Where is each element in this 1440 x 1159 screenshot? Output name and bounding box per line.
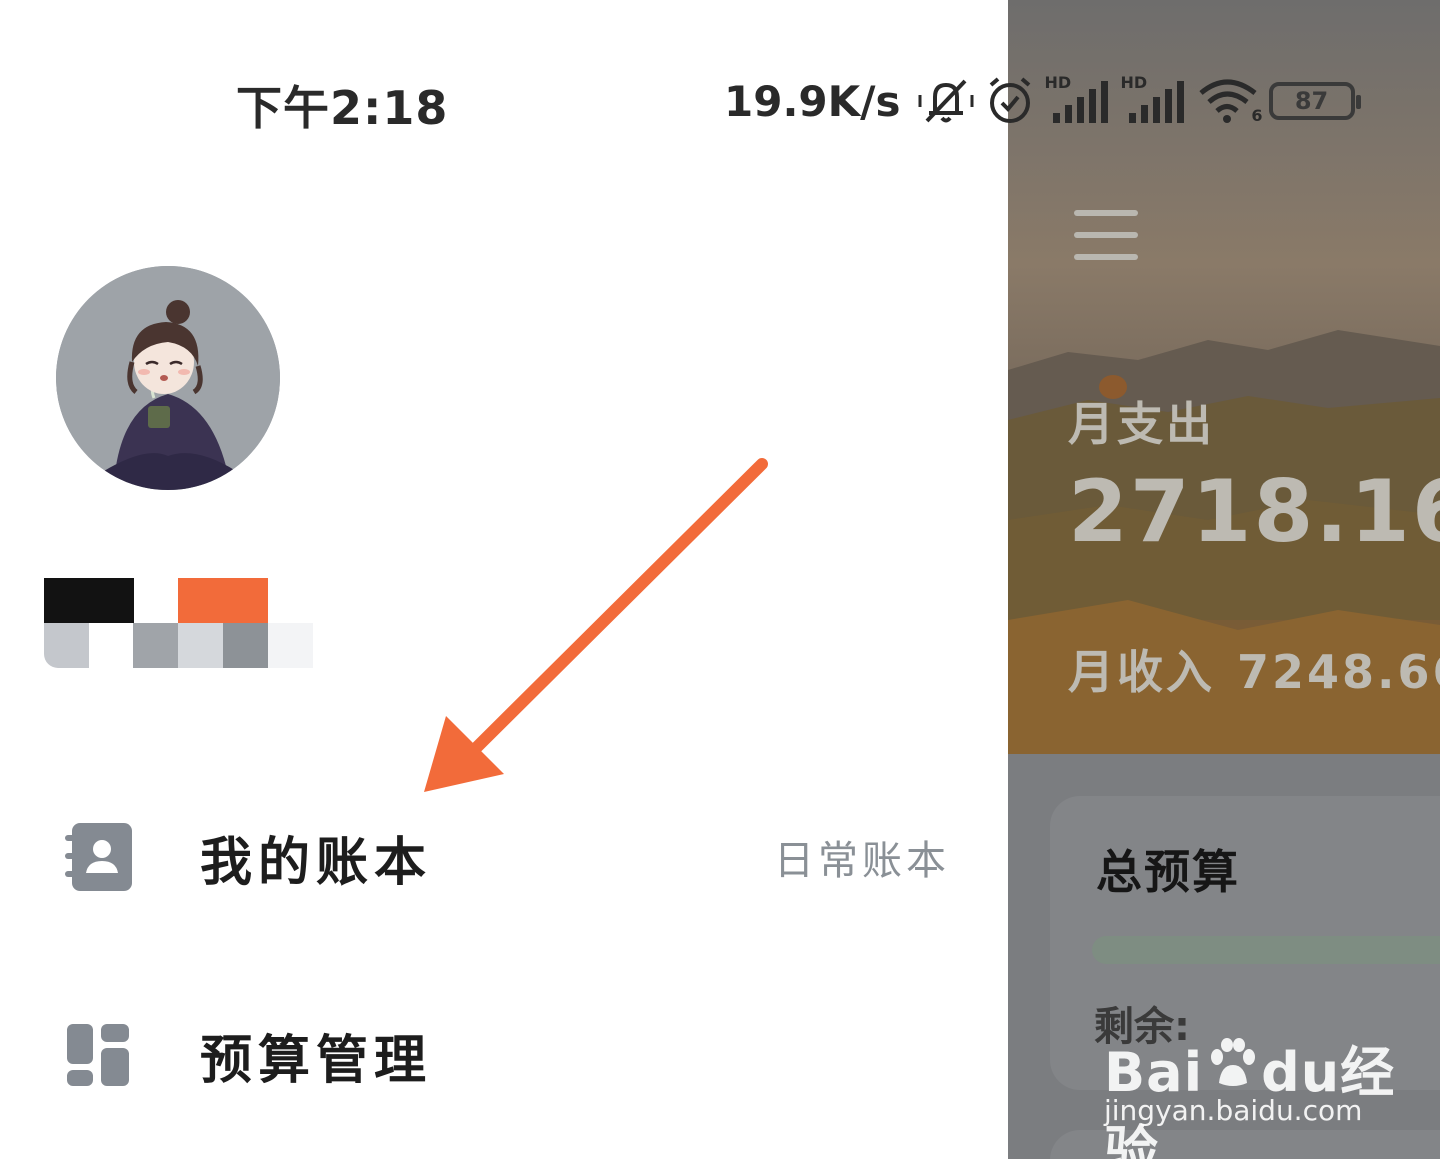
menu-item-label: 我的账本 <box>200 832 433 893</box>
grid-dashboard-icon <box>60 1017 136 1093</box>
hd-signal-icon: HD <box>1120 73 1187 127</box>
battery-icon: 87 <box>1268 82 1361 120</box>
side-drawer: 我的账本 日常账本 预算管理 <box>0 0 1008 1159</box>
ledger-book-icon <box>60 819 136 895</box>
battery-level: 87 <box>1294 87 1329 115</box>
monthly-income-value: 7248.66 <box>1237 645 1440 699</box>
wifi-6-icon: 6 <box>1197 75 1263 127</box>
hd-label: HD <box>1120 73 1148 92</box>
menu-item-label: 预算管理 <box>200 1030 433 1091</box>
monthly-expense-value: 2718.16 <box>1068 462 1440 562</box>
monthly-income-label: 月收入 <box>1068 645 1215 699</box>
current-ledger-value: 日常账本 <box>774 838 950 884</box>
menu-item-budget-management[interactable]: 预算管理 <box>60 1010 960 1100</box>
wifi-6-label: 6 <box>1251 106 1263 125</box>
budget-card-title: 总预算 <box>1096 845 1240 899</box>
hamburger-menu-icon[interactable] <box>1074 210 1138 276</box>
watermark-url: jingyan.baidu.com <box>1104 1094 1363 1127</box>
menu-item-my-ledger[interactable]: 我的账本 日常账本 <box>60 812 960 902</box>
monthly-expense-label: 月支出 <box>1068 397 1215 451</box>
monthly-income: 月收入 7248.66 <box>1068 636 1440 702</box>
hd-signal-icon: HD <box>1044 73 1111 127</box>
budget-progress-bar <box>1092 936 1440 964</box>
avatar-illustration <box>56 266 280 490</box>
hd-label: HD <box>1044 73 1072 92</box>
main-page-dimmed[interactable]: 月支出 2718.16 月收入7248.66 总预算 剩余: <box>1008 0 1440 1159</box>
user-avatar[interactable] <box>56 266 280 490</box>
